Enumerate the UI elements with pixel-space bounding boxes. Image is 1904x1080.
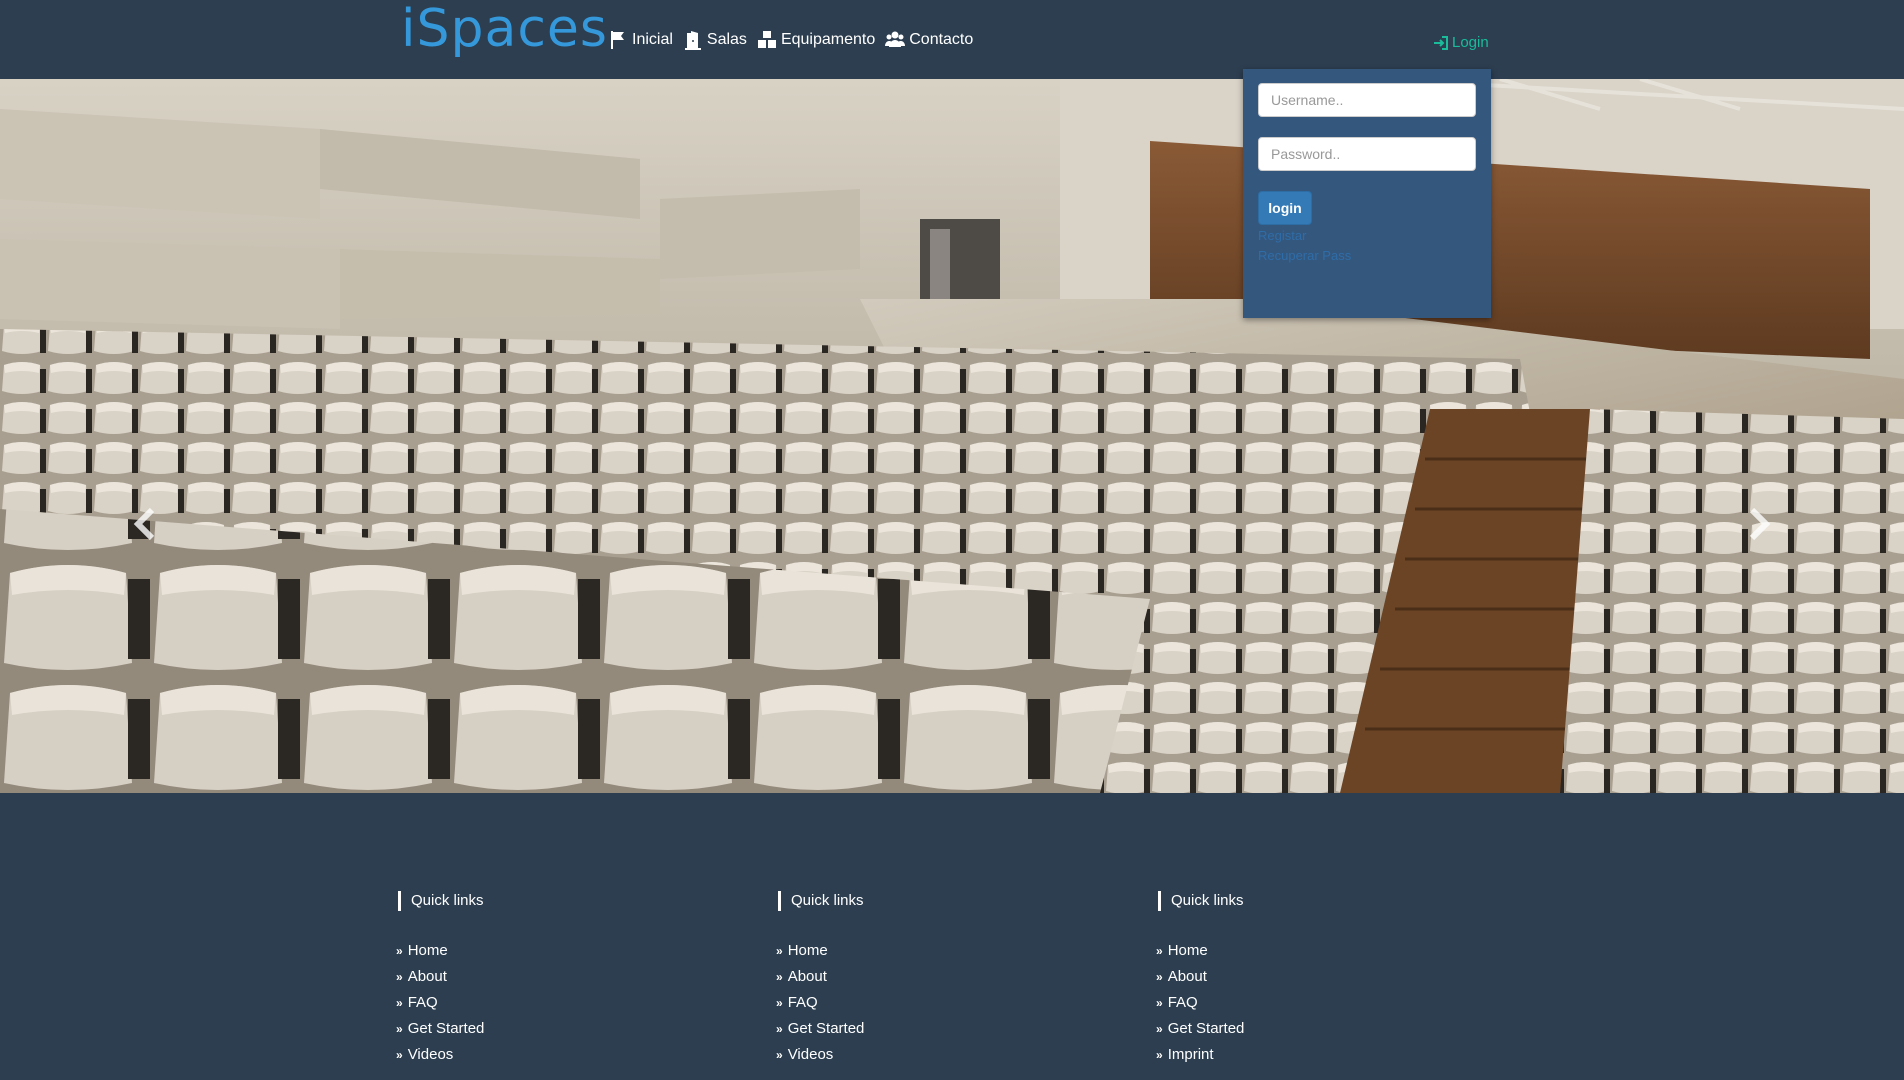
chevron-left-icon: [133, 507, 155, 541]
nav-item-salas[interactable]: Salas: [683, 30, 747, 50]
username-input[interactable]: [1258, 83, 1476, 117]
footer-link-label: Home: [407, 942, 448, 959]
double-chevron-right-icon: »: [396, 970, 403, 984]
double-chevron-right-icon: »: [1156, 996, 1163, 1010]
double-chevron-right-icon: »: [1156, 944, 1163, 958]
footer-link-list: » Home » About » FAQ » Get Started » Videos: [776, 938, 1076, 1068]
double-chevron-right-icon: »: [776, 944, 783, 958]
footer-link-list: » Home » About » FAQ » Get Started » Videos: [396, 938, 696, 1068]
footer-link-label: Home: [787, 942, 828, 959]
footer-link-label: Home: [1167, 942, 1208, 959]
footer-link-label: About: [1167, 968, 1207, 985]
footer: Quick links » Home » About » FAQ » Get Start…: [0, 793, 1904, 1080]
login-button[interactable]: login: [1258, 191, 1312, 225]
footer-link-videos[interactable]: » Videos: [396, 1042, 696, 1068]
double-chevron-right-icon: »: [776, 970, 783, 984]
footer-link-faq[interactable]: » FAQ: [1156, 990, 1456, 1016]
login-link[interactable]: Login: [1433, 34, 1489, 51]
double-chevron-right-icon: »: [396, 1022, 403, 1036]
footer-column: Quick links » Home » About » FAQ » Get Start…: [1156, 891, 1456, 1068]
footer-column: Quick links » Home » About » FAQ » Get Start…: [396, 891, 696, 1068]
double-chevron-right-icon: »: [776, 1048, 783, 1062]
footer-link-label: Get Started: [407, 1020, 485, 1037]
double-chevron-right-icon: »: [1156, 970, 1163, 984]
footer-link-list: » Home » About » FAQ » Get Started » Imprint: [1156, 938, 1456, 1068]
login-link-label: Login: [1452, 34, 1489, 51]
brand-logo[interactable]: iSpaces: [401, 0, 608, 58]
main-nav: Inicial Salas Equipamento Contacto: [608, 30, 973, 50]
nav-item-label: Equipamento: [780, 31, 876, 48]
double-chevron-right-icon: »: [396, 996, 403, 1010]
double-chevron-right-icon: »: [396, 944, 403, 958]
auditorium-image: [0, 79, 1904, 793]
footer-link-about[interactable]: » About: [1156, 964, 1456, 990]
nav-item-inicial[interactable]: Inicial: [608, 30, 673, 50]
nav-item-equipamento[interactable]: Equipamento: [757, 30, 875, 50]
footer-link-label: Get Started: [787, 1020, 865, 1037]
nav-item-label: Contacto: [909, 31, 974, 48]
footer-link-home[interactable]: » Home: [396, 938, 696, 964]
top-navbar: iSpaces Inicial Salas Equipamento Contac…: [0, 0, 1904, 79]
footer-link-label: FAQ: [1167, 994, 1198, 1011]
register-link[interactable]: Registar: [1258, 228, 1306, 243]
recover-password-link[interactable]: Recuperar Pass: [1258, 248, 1351, 263]
users-icon: [885, 31, 906, 47]
footer-link-label: FAQ: [787, 994, 818, 1011]
double-chevron-right-icon: »: [1156, 1048, 1163, 1062]
carousel-next-button[interactable]: [1738, 504, 1778, 544]
footer-link-label: Get Started: [1167, 1020, 1245, 1037]
footer-link-imprint[interactable]: » Imprint: [1156, 1042, 1456, 1068]
footer-link-faq[interactable]: » FAQ: [396, 990, 696, 1016]
door-icon: [684, 31, 701, 50]
footer-link-about[interactable]: » About: [776, 964, 1076, 990]
footer-column: Quick links » Home » About » FAQ » Get Start…: [776, 891, 1076, 1068]
footer-heading: Quick links: [778, 891, 1076, 911]
footer-link-get-started[interactable]: » Get Started: [396, 1016, 696, 1042]
footer-link-about[interactable]: » About: [396, 964, 696, 990]
double-chevron-right-icon: »: [776, 1022, 783, 1036]
double-chevron-right-icon: »: [776, 996, 783, 1010]
double-chevron-right-icon: »: [1156, 1022, 1163, 1036]
footer-link-label: FAQ: [407, 994, 438, 1011]
login-dropdown-panel: login Registar Recuperar Pass: [1243, 69, 1491, 318]
footer-link-get-started[interactable]: » Get Started: [1156, 1016, 1456, 1042]
footer-link-label: Videos: [407, 1046, 454, 1063]
flag-icon: [611, 31, 624, 49]
password-input[interactable]: [1258, 137, 1476, 171]
nav-item-label: Inicial: [632, 31, 673, 48]
chevron-right-icon: [1749, 507, 1771, 541]
footer-link-home[interactable]: » Home: [1156, 938, 1456, 964]
boxes-icon: [757, 31, 776, 48]
footer-link-label: Imprint: [1167, 1046, 1214, 1063]
footer-link-label: About: [407, 968, 447, 985]
nav-item-label: Salas: [706, 31, 747, 48]
footer-link-videos[interactable]: » Videos: [776, 1042, 1076, 1068]
footer-link-label: Videos: [787, 1046, 834, 1063]
hero-carousel: [0, 79, 1904, 793]
footer-link-faq[interactable]: » FAQ: [776, 990, 1076, 1016]
double-chevron-right-icon: »: [396, 1048, 403, 1062]
footer-heading: Quick links: [398, 891, 696, 911]
login-icon: [1434, 35, 1448, 50]
footer-link-home[interactable]: » Home: [776, 938, 1076, 964]
footer-link-get-started[interactable]: » Get Started: [776, 1016, 1076, 1042]
carousel-prev-button[interactable]: [126, 504, 166, 544]
footer-heading: Quick links: [1158, 891, 1456, 911]
footer-link-label: About: [787, 968, 827, 985]
nav-item-contacto[interactable]: Contacto: [885, 30, 973, 50]
